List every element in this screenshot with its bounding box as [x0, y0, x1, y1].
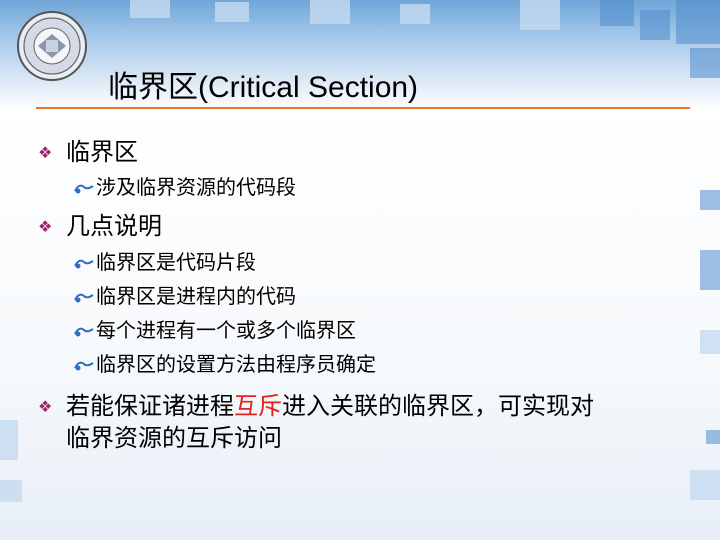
slide: 临界区(Critical Section) ❖ 临界区 涉及临界资源的代码段 ❖ 几…: [0, 0, 720, 540]
sub-bullet-text: 涉及临界资源的代码段: [96, 175, 296, 199]
hand-pointer-icon: [74, 318, 96, 344]
sub-bullet-text: 临界区是进程内的代码: [96, 284, 296, 308]
bullet-text: 临界区: [66, 138, 138, 166]
bullet-item: ❖ 若能保证诸进程互斥进入关联的临界区，可实现对: [38, 390, 594, 423]
title-underline: [36, 107, 690, 109]
highlight-text: 互斥: [234, 392, 282, 420]
bullet-continuation: 临界资源的互斥访问: [38, 422, 282, 454]
hand-pointer-icon: [74, 250, 96, 276]
hand-pointer-icon: [74, 175, 96, 201]
bullet-text: 几点说明: [66, 212, 162, 240]
diamond-bullet-icon: ❖: [38, 143, 53, 162]
sub-bullet-text: 临界区是代码片段: [96, 250, 256, 274]
title-latin: (Critical Section): [198, 71, 419, 104]
sub-bullet-text: 每个进程有一个或多个临界区: [96, 318, 356, 342]
sub-bullet-item: 涉及临界资源的代码段: [74, 174, 296, 201]
bullet-item: ❖ 临界区: [38, 136, 138, 169]
diamond-bullet-icon: ❖: [38, 397, 53, 416]
university-seal-logo: [17, 11, 87, 81]
title-chinese: 临界区: [108, 70, 198, 105]
bullet-text-part2: 进入关联的临界区，可实现对: [282, 392, 594, 420]
sub-bullet-item: 临界区的设置方法由程序员确定: [74, 351, 376, 378]
slide-title: 临界区(Critical Section): [108, 62, 418, 106]
diamond-bullet-icon: ❖: [38, 217, 53, 236]
bullet-item: ❖ 几点说明: [38, 210, 162, 243]
bullet-text-line2: 临界资源的互斥访问: [66, 424, 282, 452]
hand-pointer-icon: [74, 352, 96, 378]
sub-bullet-item: 每个进程有一个或多个临界区: [74, 317, 356, 344]
sub-bullet-item: 临界区是进程内的代码: [74, 283, 296, 310]
bullet-text-part1: 若能保证诸进程: [66, 392, 234, 420]
sub-bullet-text: 临界区的设置方法由程序员确定: [96, 352, 376, 376]
hand-pointer-icon: [74, 284, 96, 310]
sub-bullet-item: 临界区是代码片段: [74, 249, 256, 276]
